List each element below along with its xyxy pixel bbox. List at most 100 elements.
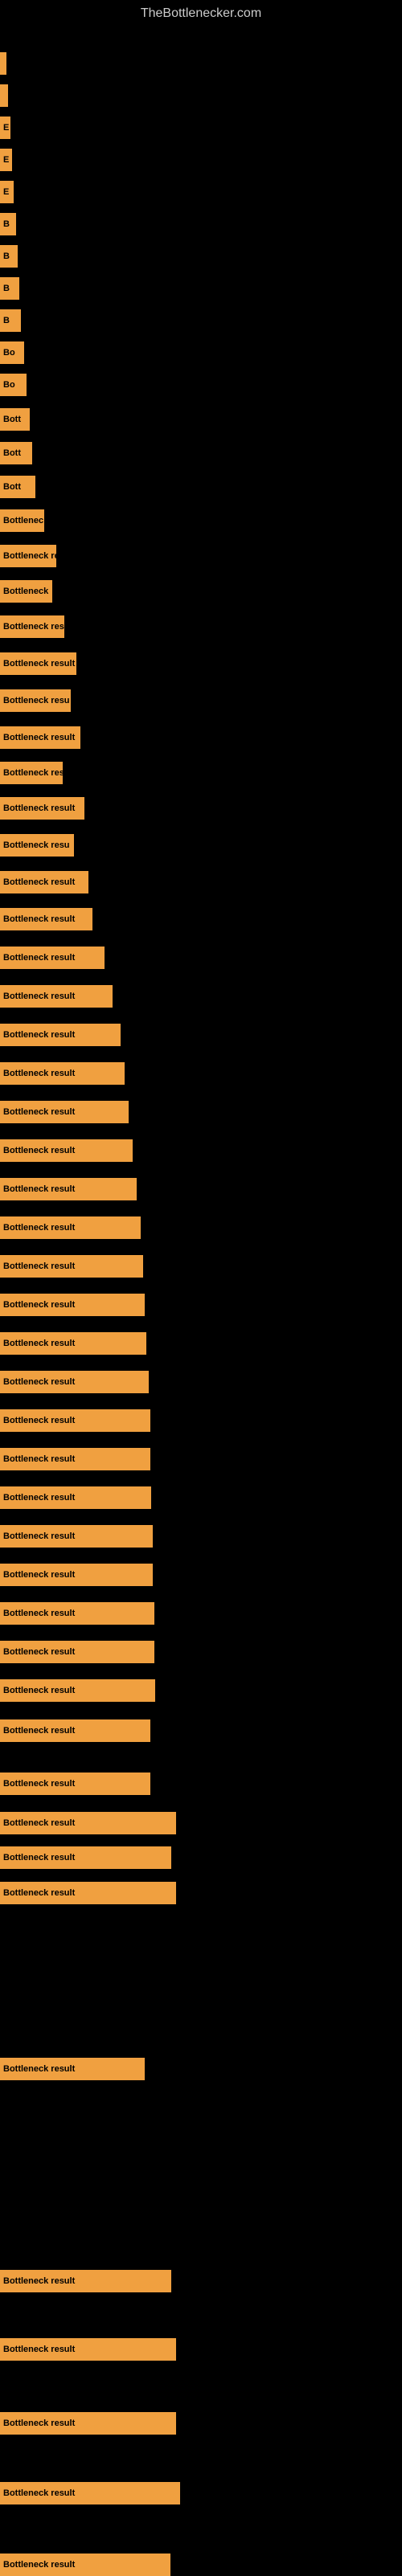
bar-row: Bottleneck result	[0, 1486, 402, 1509]
bar-label: Bottleneck result	[3, 1853, 75, 1862]
bar: Bottlenec	[0, 509, 44, 532]
bar-label: Bottleneck resu	[3, 840, 70, 850]
bar-row: Bottleneck result	[0, 985, 402, 1008]
bar-label: Bottleneck result	[3, 1493, 75, 1503]
bar-label: Bottleneck result	[3, 1686, 75, 1695]
bar-row: Bottleneck res	[0, 762, 402, 784]
bar-row: Bottleneck result	[0, 1371, 402, 1393]
bar: Bottleneck result	[0, 1062, 125, 1085]
bar: Bott	[0, 476, 35, 498]
bar-label: Bottleneck result	[3, 1609, 75, 1618]
bar-row: Bott	[0, 442, 402, 464]
bar-label: Bottleneck result	[3, 1416, 75, 1425]
bar-label: Bottleneck resu	[3, 622, 64, 632]
bar: Bottleneck result	[0, 2338, 176, 2361]
bar-label: E	[3, 155, 9, 165]
bar: Bottleneck	[0, 580, 52, 603]
site-title: TheBottlenecker.com	[0, 0, 402, 27]
bar-row: Bottleneck result	[0, 1812, 402, 1834]
bar-row: Bottleneck result	[0, 1332, 402, 1355]
bar-label: Bottleneck result	[3, 1069, 75, 1078]
bar-row: Bottleneck resu	[0, 834, 402, 857]
bar-label: Bott	[3, 482, 21, 492]
bar: Bottleneck result	[0, 1846, 171, 1869]
bar-row: Bottleneck result	[0, 1882, 402, 1904]
bar: Bottleneck result	[0, 908, 92, 930]
bar: Bottleneck result	[0, 1294, 145, 1316]
bar: Bottleneck result	[0, 1812, 176, 1834]
bar-label: Bottleneck result	[3, 1184, 75, 1194]
bar-row: Bo	[0, 341, 402, 364]
bar-label: Bottleneck result	[3, 1779, 75, 1789]
bar-row: B	[0, 213, 402, 235]
bar-label: Bottleneck result	[3, 1726, 75, 1736]
bar-row: Bottleneck result	[0, 1448, 402, 1470]
bar-row	[0, 84, 402, 107]
bar-row: B	[0, 309, 402, 332]
bar-label: Bottleneck result	[3, 2276, 75, 2286]
bar: Bottleneck result	[0, 726, 80, 749]
bar-label: Bottleneck result	[3, 2419, 75, 2428]
bar-label: Bottleneck result	[3, 803, 75, 813]
bar	[0, 84, 8, 107]
bar-label: Bottleneck res	[3, 551, 56, 561]
bar-label: Bottleneck res	[3, 768, 63, 778]
bar-row: Bo	[0, 374, 402, 396]
bar-label: Bottleneck result	[3, 1570, 75, 1580]
bar: Bottleneck resu	[0, 615, 64, 638]
bar-label: Bottleneck result	[3, 1146, 75, 1155]
bar: Bo	[0, 341, 24, 364]
bar-row: B	[0, 277, 402, 300]
bar-row: Bottleneck result	[0, 797, 402, 820]
bar-label: E	[3, 187, 9, 197]
bar: Bottleneck result	[0, 1255, 143, 1278]
bar: Bottleneck result	[0, 1448, 150, 1470]
bar-row: Bottleneck result	[0, 1564, 402, 1586]
bar-row: Bottleneck result	[0, 1178, 402, 1200]
bar: Bottleneck result	[0, 2412, 176, 2435]
bar-label: Bottleneck result	[3, 1377, 75, 1387]
bar: Bottleneck result	[0, 1773, 150, 1795]
bar: Bottleneck result	[0, 1371, 149, 1393]
bar-row: Bottleneck result	[0, 1602, 402, 1625]
bar-label: B	[3, 316, 10, 325]
bar-row: Bottleneck result	[0, 726, 402, 749]
bar-label: Bottleneck result	[3, 733, 75, 742]
bar-row: Bottleneck result	[0, 1139, 402, 1162]
bar-row: E	[0, 149, 402, 171]
bar-label: Bo	[3, 380, 15, 390]
bar: Bottleneck result	[0, 1024, 121, 1046]
bar-label: E	[3, 123, 9, 133]
bar: Bottleneck result	[0, 871, 88, 893]
bar-row: Bottleneck result	[0, 947, 402, 969]
bar-row: Bottleneck result	[0, 1216, 402, 1239]
bar: Bottleneck res	[0, 762, 63, 784]
bar: Bott	[0, 442, 32, 464]
bar-row: Bottleneck result	[0, 2482, 402, 2504]
bar: Bott	[0, 408, 30, 431]
bar: Bottleneck result	[0, 797, 84, 820]
bar-label: Bottleneck result	[3, 1261, 75, 1271]
bar-row: Bottleneck result	[0, 908, 402, 930]
bar: Bottleneck result	[0, 1719, 150, 1742]
bar: Bottleneck result	[0, 1882, 176, 1904]
bar-label: Bottleneck result	[3, 1888, 75, 1898]
bar: E	[0, 181, 14, 203]
bar-label: Bottleneck	[3, 587, 48, 596]
bar-label: Bottleneck result	[3, 2488, 75, 2498]
bar-row: Bottleneck result	[0, 1525, 402, 1548]
bar: B	[0, 277, 19, 300]
bar: Bottleneck result	[0, 947, 105, 969]
bar-row: E	[0, 117, 402, 139]
bar-label: Bottleneck result	[3, 1647, 75, 1657]
bar-label: Bottleneck result	[3, 1339, 75, 1348]
bar-label: Bottleneck result	[3, 1300, 75, 1310]
bar-label: Bottleneck result	[3, 953, 75, 963]
bar-row: Bottleneck result	[0, 1719, 402, 1742]
bar-row: Bottleneck result	[0, 2270, 402, 2292]
bar-label: Bottleneck result	[3, 1030, 75, 1040]
bar-label: Bottleneck result	[3, 2064, 75, 2074]
bar: Bottleneck result	[0, 1332, 146, 1355]
bar: E	[0, 117, 10, 139]
bar: Bottleneck res	[0, 545, 56, 567]
